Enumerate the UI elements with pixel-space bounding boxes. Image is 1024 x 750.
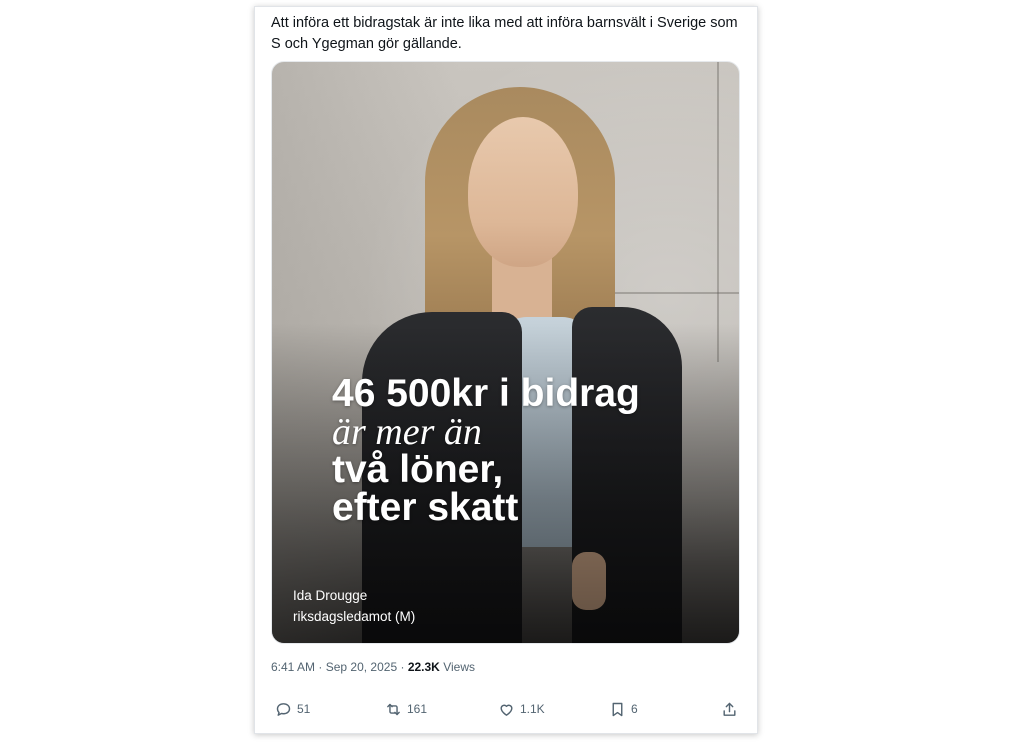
- wall-seam: [602, 292, 739, 294]
- caption-name: Ida Drougge: [293, 588, 368, 603]
- repost-button[interactable]: 161: [385, 699, 427, 719]
- headline-line-2: är mer än: [332, 411, 482, 453]
- heart-icon: [500, 704, 513, 716]
- headline-line-1: 46 500kr i bidrag: [332, 372, 640, 415]
- headline-line-4: efter skatt: [332, 486, 519, 529]
- tweet-time[interactable]: 6:41 AM: [271, 660, 315, 674]
- share-button[interactable]: [721, 699, 743, 719]
- meta-separator: ·: [400, 660, 405, 674]
- repost-count: 161: [407, 702, 428, 716]
- image-caption: Ida Drougge riksdagsledamot (M): [293, 585, 415, 627]
- like-button[interactable]: 1.1K: [498, 699, 545, 719]
- reply-button[interactable]: 51: [275, 699, 310, 719]
- action-bar: 51 161 1.1K 6: [275, 699, 739, 719]
- tweet-card: Att införa ett bidragstak är inte lika m…: [254, 6, 758, 734]
- meta-separator: ·: [318, 660, 323, 674]
- views-label: Views: [443, 660, 475, 674]
- tweet-text: Att införa ett bidragstak är inte lika m…: [271, 15, 738, 52]
- share-icon: [723, 702, 736, 716]
- repost-icon: [387, 703, 400, 715]
- photo-face: [468, 117, 578, 267]
- image-headline: 46 500kr i bidrag är mer än två löner, e…: [332, 372, 640, 529]
- reply-count: 51: [297, 702, 311, 716]
- tweet-meta: 6:41 AM · Sep 20, 2025 · 22.3K Views: [271, 660, 475, 674]
- tweet-date[interactable]: Sep 20, 2025: [326, 660, 397, 674]
- views-count: 22.3K: [407, 660, 440, 674]
- bookmark-button[interactable]: 6: [609, 699, 638, 719]
- caption-title: riksdagsledamot (M): [293, 609, 416, 624]
- bookmark-icon: [612, 702, 623, 716]
- tweet-image[interactable]: 46 500kr i bidrag är mer än två löner, e…: [271, 61, 740, 644]
- headline-line-3: två löner,: [332, 448, 504, 491]
- like-count: 1.1K: [520, 702, 545, 716]
- wall-seam: [717, 62, 719, 362]
- bookmark-count: 6: [631, 702, 638, 716]
- reply-icon: [276, 702, 291, 716]
